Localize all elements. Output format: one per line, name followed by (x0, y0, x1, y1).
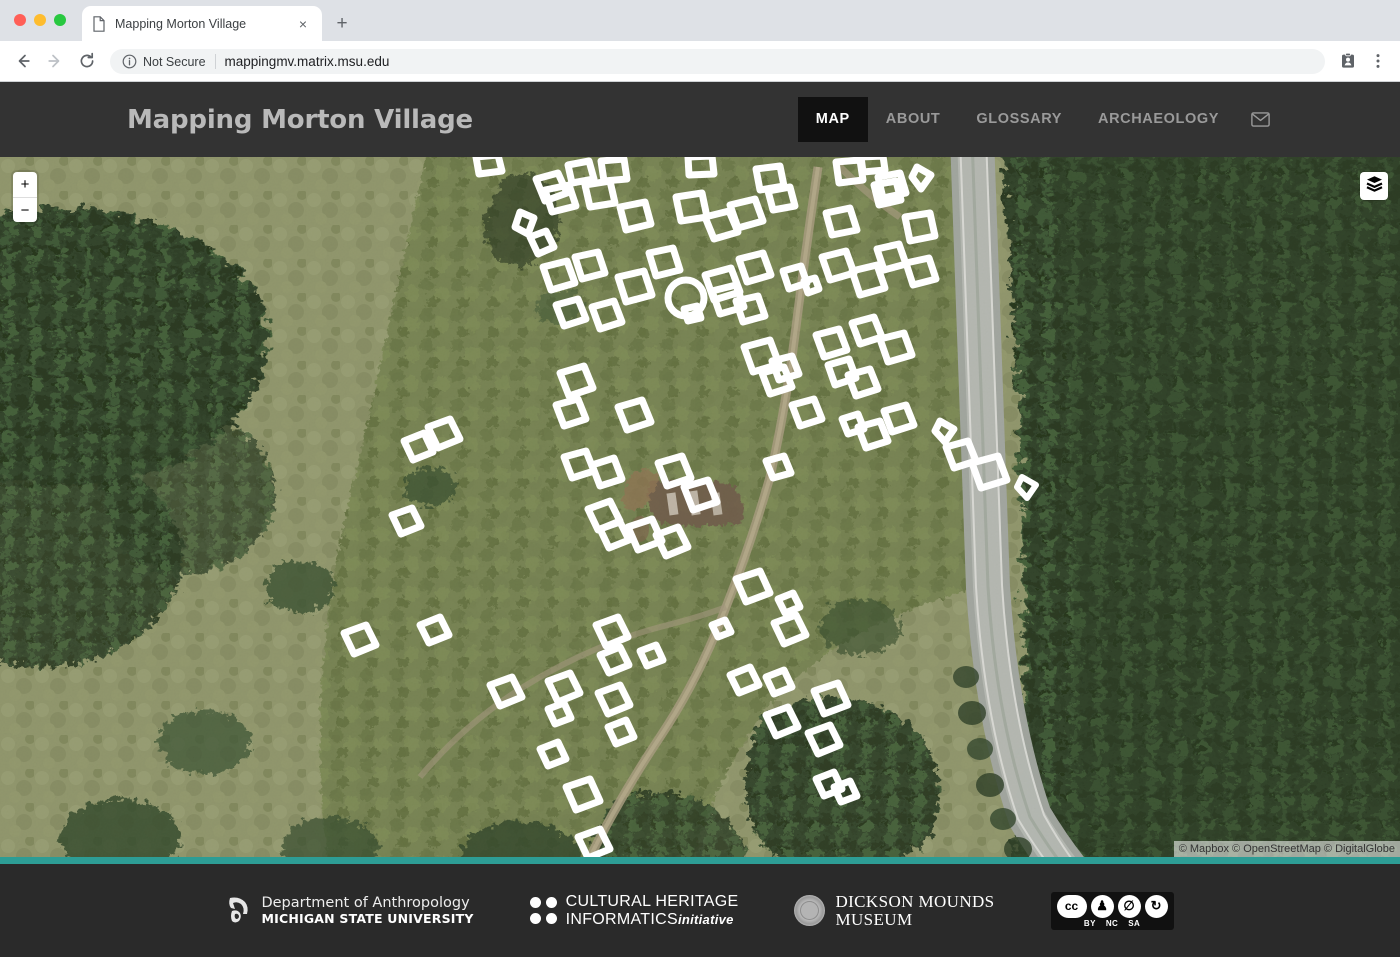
cc-by-icon: ♟ (1090, 894, 1114, 918)
profile-card-icon[interactable] (1336, 49, 1360, 73)
page-favicon-icon (92, 15, 106, 32)
minimize-window-button[interactable] (34, 14, 46, 26)
nav-item-about[interactable]: ABOUT (868, 97, 959, 142)
cc-label-by: BY (1083, 918, 1096, 928)
browser-tab-title: Mapping Morton Village (115, 16, 247, 31)
cc-labels-row: BY NC SA (1084, 919, 1140, 928)
browser-tab-strip: Mapping Morton Village × + (0, 0, 1400, 41)
browser-tab[interactable]: Mapping Morton Village × (82, 6, 322, 41)
url-text: mappingmv.matrix.msu.edu (224, 54, 390, 69)
cc-label-nc: NC (1105, 918, 1119, 928)
msu-logo-line2: MICHIGAN STATE UNIVERSITY (261, 910, 474, 926)
zoom-out-button[interactable]: − (13, 198, 37, 222)
map-attribution[interactable]: © Mapbox © OpenStreetMap © DigitalGlobe (1173, 841, 1400, 857)
toolbar-actions (1336, 49, 1390, 73)
close-tab-button[interactable]: × (294, 15, 312, 33)
chi-logo-line2: INFORMATICSinitiative (565, 910, 734, 928)
spartan-helmet-icon (226, 895, 252, 925)
dmm-logo-line1: DICKSON MOUNDS (835, 891, 995, 911)
map-layers-button[interactable] (1360, 172, 1388, 200)
back-button[interactable] (13, 51, 33, 71)
browser-menu-button[interactable] (1366, 49, 1390, 73)
footer-accent-bar (0, 857, 1400, 864)
msu-anthropology-logo[interactable]: Department of Anthropology MICHIGAN STAT… (226, 895, 473, 925)
msu-logo-text: Department of Anthropology MICHIGAN STAT… (261, 895, 473, 925)
map-viewport[interactable]: + − © Mapbox © OpenStreetMap © DigitalGl… (0, 157, 1400, 857)
dmm-logo-text: DICKSON MOUNDS MUSEUM (835, 891, 995, 929)
cultural-heritage-informatics-logo[interactable]: CULTURAL HERITAGE INFORMATICSinitiative (529, 893, 739, 928)
omnibox-divider (214, 54, 216, 69)
browser-window: Mapping Morton Village × + Not Secure ma… (0, 0, 1400, 957)
chi-logo-line1: CULTURAL HERITAGE (565, 893, 739, 911)
cc-icons-row: cc ♟ ∅ ↻ (1056, 894, 1168, 918)
footer-logos: Department of Anthropology MICHIGAN STAT… (0, 864, 1400, 957)
nav-item-archaeology[interactable]: ARCHAEOLOGY (1080, 97, 1237, 142)
reload-button[interactable] (77, 51, 97, 71)
maximize-window-button[interactable] (54, 14, 66, 26)
info-circle-icon (122, 54, 137, 69)
security-status-label: Not Secure (143, 54, 206, 69)
cc-sa-icon: ↻ (1144, 894, 1168, 918)
layers-icon (1366, 175, 1383, 197)
main-navigation: MAP ABOUT GLOSSARY ARCHAEOLOGY (797, 82, 1284, 157)
dickson-mounds-museum-logo[interactable]: DICKSON MOUNDS MUSEUM (794, 891, 995, 929)
browser-toolbar: Not Secure mappingmv.matrix.msu.edu (0, 41, 1400, 82)
zoom-in-button[interactable]: + (13, 172, 37, 198)
chi-logo-text: CULTURAL HERITAGE INFORMATICSinitiative (566, 893, 739, 928)
museum-seal-icon (794, 895, 826, 926)
address-bar[interactable]: Not Secure mappingmv.matrix.msu.edu (110, 49, 1325, 74)
contact-envelope-icon[interactable] (1237, 97, 1284, 142)
chi-dots-icon (529, 897, 557, 924)
cc-nc-icon: ∅ (1117, 894, 1141, 918)
site-footer: Department of Anthropology MICHIGAN STAT… (0, 864, 1400, 957)
msu-logo-line1: Department of Anthropology (261, 895, 470, 912)
dmm-logo-line2: MUSEUM (835, 909, 913, 929)
creative-commons-badge[interactable]: cc ♟ ∅ ↻ BY NC SA (1050, 891, 1174, 930)
window-controls (14, 14, 66, 26)
site-title[interactable]: Mapping Morton Village (127, 82, 473, 157)
new-tab-button[interactable]: + (332, 14, 352, 34)
map-zoom-controls[interactable]: + − (13, 172, 37, 222)
nav-item-glossary[interactable]: GLOSSARY (958, 97, 1080, 142)
close-window-button[interactable] (14, 14, 26, 26)
aerial-imagery (0, 157, 1400, 857)
site-header: Mapping Morton Village MAP ABOUT GLOSSAR… (0, 82, 1400, 157)
forward-button[interactable] (45, 51, 65, 71)
cc-label-sa: SA (1128, 918, 1141, 928)
cc-logo-icon: cc (1056, 894, 1087, 918)
nav-item-map[interactable]: MAP (797, 97, 868, 142)
